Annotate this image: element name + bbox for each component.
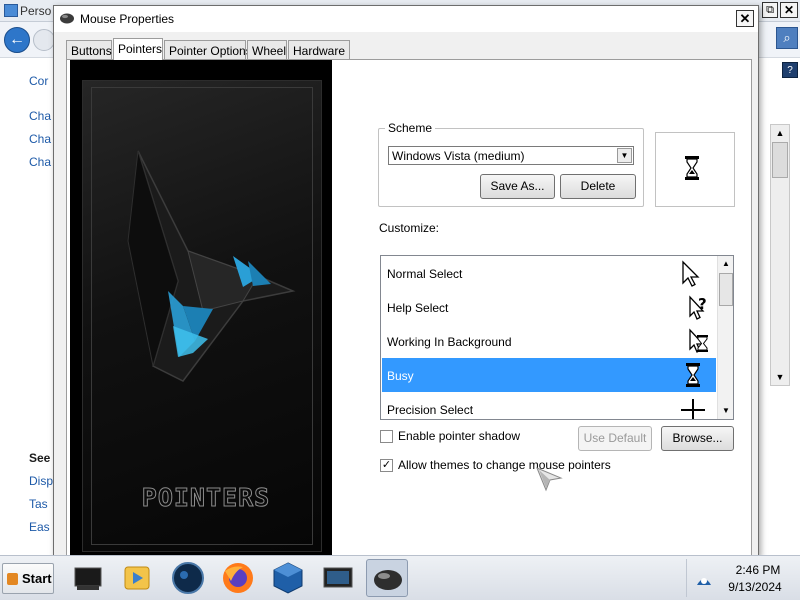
scheme-legend: Scheme [385, 121, 436, 135]
scroll-down-arrow-icon[interactable]: ▼ [771, 369, 789, 385]
taskbar-app-media-player[interactable] [116, 559, 158, 597]
mouse-app-icon [374, 570, 402, 590]
allow-themes-checkbox[interactable]: ✓ [380, 459, 393, 472]
list-item-label: Precision Select [387, 403, 474, 417]
list-item-label: Help Select [387, 301, 449, 315]
background-scrollbar[interactable]: ▲ ▼ [770, 124, 790, 386]
chevron-down-icon[interactable]: ▼ [617, 148, 632, 163]
scheme-selected-value: Windows Vista (medium) [392, 149, 525, 163]
delete-button[interactable]: Delete [560, 174, 636, 199]
scroll-down-arrow-icon[interactable]: ▼ [718, 403, 733, 419]
tab-buttons[interactable]: Buttons [66, 40, 112, 59]
see-also-link-ease[interactable]: Eas [29, 520, 50, 534]
save-as-button[interactable]: Save As... [480, 174, 555, 199]
forward-arrow-icon[interactable] [33, 29, 55, 51]
list-item-label: Working In Background [387, 335, 512, 349]
browse-button[interactable]: Browse... [661, 426, 734, 451]
tab-wheel[interactable]: Wheel [247, 40, 287, 59]
scroll-thumb[interactable] [772, 142, 788, 178]
crosshair-cursor-icon [681, 399, 705, 419]
virtualbox-icon [273, 562, 303, 594]
sidebar-link-change-1[interactable]: Cha [29, 109, 51, 123]
clock-time[interactable]: 2:46 PM [723, 563, 793, 577]
scroll-up-arrow-icon[interactable]: ▲ [718, 256, 733, 272]
search-icon[interactable]: ⌕ [776, 27, 798, 49]
help-icon[interactable]: ? [782, 62, 798, 78]
mouse-icon [60, 13, 74, 24]
cursor-list[interactable]: Normal Select Help Select ? Working In B… [380, 255, 734, 420]
customize-label: Customize: [379, 221, 440, 235]
taskbar: Start 2:46 PM 9/13/2024 [0, 555, 800, 600]
list-item-working-in-background[interactable]: Working In Background [382, 324, 716, 358]
hourglass-cursor-icon [686, 363, 700, 387]
system-tray: 2:46 PM 9/13/2024 [686, 559, 796, 597]
network-icon[interactable] [695, 571, 713, 587]
working-cursor-icon [689, 328, 708, 353]
sidebar-link-control-panel-home[interactable]: Cor [29, 74, 48, 88]
taskbar-app-firefox[interactable] [217, 559, 259, 597]
see-also-heading: See [29, 451, 51, 465]
start-icon [7, 573, 18, 585]
list-item-label: Busy [387, 369, 414, 383]
scroll-thumb[interactable] [719, 273, 733, 306]
list-item-precision-select[interactable]: Precision Select [382, 392, 716, 419]
enable-pointer-shadow-label: Enable pointer shadow [398, 429, 521, 443]
taskbar-app-monitor[interactable] [317, 559, 359, 597]
tab-pointer-options[interactable]: Pointer Options [164, 40, 252, 59]
tab-pointers[interactable]: Pointers [113, 38, 163, 60]
scroll-up-arrow-icon[interactable]: ▲ [771, 125, 789, 141]
background-close-button[interactable]: ✕ [780, 2, 798, 18]
use-default-button[interactable]: Use Default [578, 426, 652, 451]
monitor-icon [323, 567, 353, 588]
taskbar-app-virtualbox[interactable] [267, 559, 309, 597]
pointers-tab-panel: POINTERS Scheme Windows Vista (medium) ▼… [66, 59, 752, 558]
list-item-normal-select[interactable]: Normal Select [382, 256, 716, 290]
background-window-title: Perso [20, 4, 52, 18]
hourglass-preview-icon [685, 156, 699, 180]
artwork-frame: POINTERS [82, 80, 322, 552]
artwork-title: POINTERS [141, 483, 271, 513]
cursor-list-scrollbar[interactable]: ▲ ▼ [717, 256, 733, 419]
mouse-properties-dialog: Mouse Properties ✕ Buttons Pointers Poin… [53, 5, 759, 558]
see-also-link-display[interactable]: Disp [29, 474, 53, 488]
firefox-icon [223, 563, 253, 593]
sidebar-link-change-2[interactable]: Cha [29, 132, 51, 146]
arrow-logo-icon [127, 150, 296, 382]
taskbar-app-console[interactable] [67, 559, 109, 597]
list-item-label: Normal Select [387, 267, 463, 281]
tab-hardware[interactable]: Hardware [288, 40, 350, 59]
arrow-cursor-icon [682, 260, 700, 287]
media-player-icon [124, 566, 150, 590]
scheme-group: Scheme Windows Vista (medium) ▼ Save As.… [378, 121, 644, 207]
start-button[interactable]: Start [2, 563, 54, 594]
list-item-busy[interactable]: Busy [382, 358, 716, 392]
taskbar-app-mouse[interactable] [366, 559, 408, 597]
pointer-preview [655, 132, 735, 207]
globe-icon [172, 562, 204, 594]
svg-text:?: ? [698, 295, 707, 313]
restore-button[interactable]: ⧉ [762, 2, 778, 18]
allow-themes-label: Allow themes to change mouse pointers [398, 458, 611, 472]
back-arrow-icon[interactable]: ← [4, 27, 30, 53]
dialog-close-button[interactable]: ✕ [736, 10, 754, 27]
scheme-dropdown[interactable]: Windows Vista (medium) ▼ [388, 146, 634, 165]
control-panel-icon [4, 4, 18, 17]
sidebar-link-change-3[interactable]: Cha [29, 155, 51, 169]
mouse-pointer-icon [536, 467, 563, 492]
clock-date[interactable]: 9/13/2024 [717, 580, 793, 594]
taskbar-app-globe[interactable] [167, 559, 209, 597]
list-item-help-select[interactable]: Help Select ? [382, 290, 716, 324]
see-also-link-taskbar[interactable]: Tas [29, 497, 48, 511]
dialog-titlebar[interactable]: Mouse Properties ✕ [54, 6, 758, 32]
pointers-theme-artwork: POINTERS [70, 60, 332, 557]
help-cursor-icon: ? [689, 295, 707, 320]
console-app-icon [74, 567, 102, 590]
start-label: Start [22, 571, 52, 586]
enable-pointer-shadow-checkbox[interactable] [380, 430, 393, 443]
dialog-title: Mouse Properties [80, 12, 175, 26]
